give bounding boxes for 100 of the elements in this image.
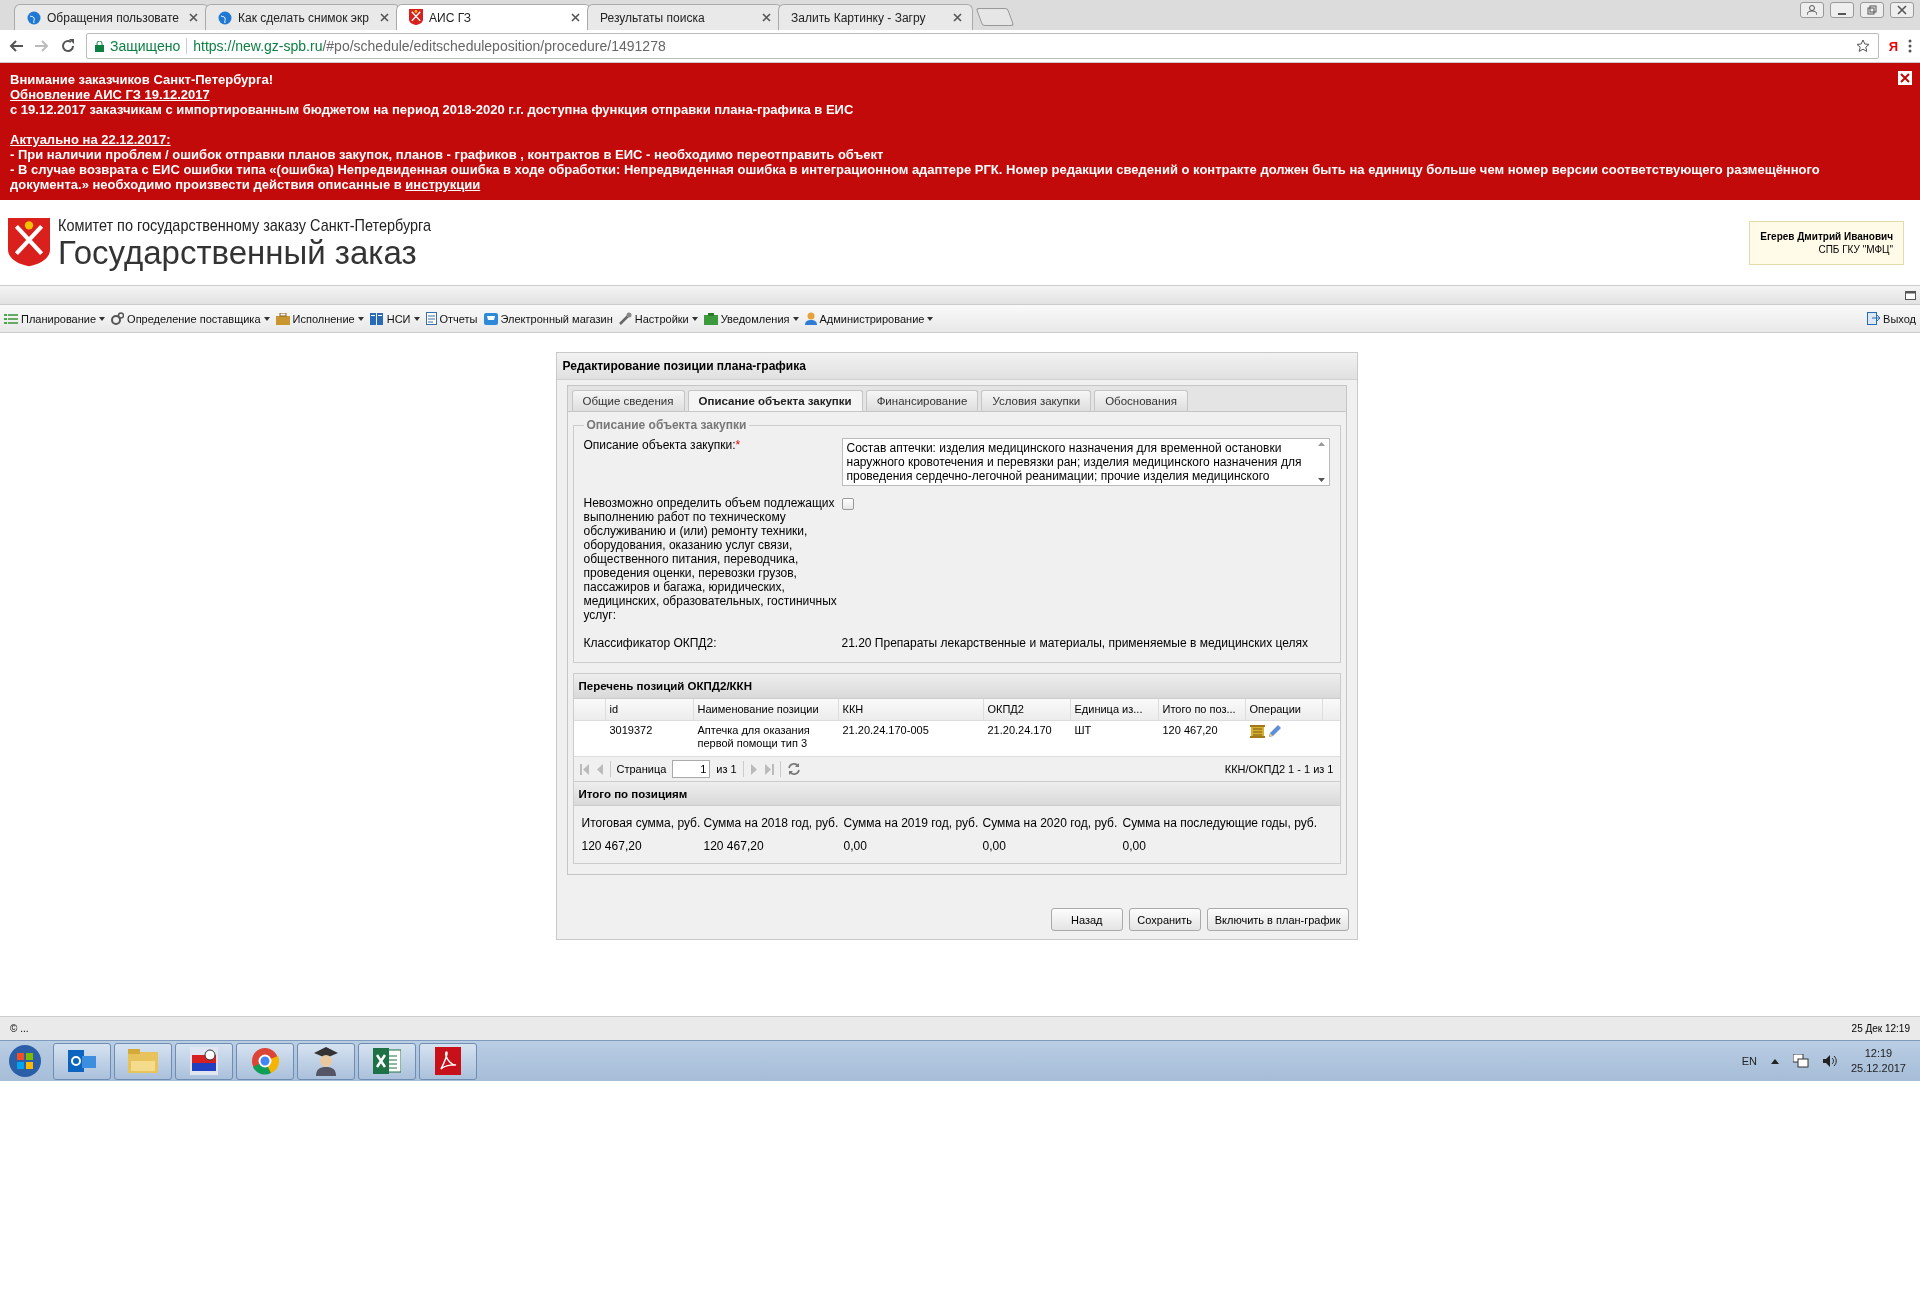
menu-item[interactable]: Отчеты bbox=[425, 312, 478, 325]
close-icon[interactable] bbox=[189, 13, 198, 22]
menu-item[interactable]: Определение поставщика bbox=[111, 312, 270, 325]
star-icon[interactable] bbox=[1855, 39, 1870, 53]
notice-text: с 19.12.2017 заказчикам с импортированным бюджетом на период 2018-2020 г.г. доступна функция отправки плана-графика в ЕИС bbox=[10, 102, 855, 117]
person-icon bbox=[804, 312, 817, 325]
table-cell-text: ШТ bbox=[1073, 723, 1093, 738]
document-icon bbox=[425, 312, 437, 325]
fieldset-legend: Описание объекта закупки bbox=[583, 418, 750, 432]
briefcase-icon bbox=[275, 312, 290, 325]
volume-icon[interactable] bbox=[1822, 1054, 1837, 1068]
app-icon bbox=[190, 1047, 218, 1075]
restore-button[interactable] bbox=[1860, 2, 1884, 18]
browser-tab[interactable]: Залить Картинку - Загру bbox=[778, 4, 973, 30]
menu-item[interactable]: Планирование bbox=[4, 312, 106, 325]
column-header[interactable]: id bbox=[605, 699, 694, 720]
close-icon[interactable] bbox=[571, 13, 580, 22]
pencil-icon[interactable] bbox=[1266, 724, 1281, 739]
close-icon[interactable] bbox=[762, 13, 771, 22]
exit-button[interactable]: Выход bbox=[1867, 312, 1916, 325]
collapse-icon[interactable] bbox=[1905, 290, 1916, 300]
total-label: Сумма на 2020 год, руб. bbox=[982, 816, 1119, 830]
menu-icon[interactable] bbox=[1908, 39, 1912, 53]
cart-icon bbox=[483, 312, 498, 325]
tab[interactable]: Обоснования bbox=[1094, 390, 1188, 411]
checkbox[interactable] bbox=[841, 498, 854, 510]
total-label: Сумма на последующие годы, руб. bbox=[1122, 816, 1319, 830]
language-indicator[interactable]: EN bbox=[1741, 1055, 1757, 1067]
taskbar-app[interactable] bbox=[419, 1042, 477, 1080]
column-header[interactable]: Единица из... bbox=[1070, 699, 1159, 720]
reload-icon[interactable] bbox=[60, 38, 76, 54]
description-field[interactable]: Состав аптечки: изделия медицинского назначения для временной остановки наружного кровотечения и перевязки ран; изделия медицинского назначения для проведения сердечно-легочной реанимации; прочие изделия медицинского bbox=[841, 438, 1330, 486]
table-cell-text: Аптечка для оказания первой помощи тип 3 bbox=[696, 723, 811, 751]
close-button[interactable] bbox=[1898, 71, 1912, 85]
total-label: Сумма на 2019 год, руб. bbox=[843, 816, 980, 830]
back-icon[interactable] bbox=[8, 39, 24, 53]
taskbar-app[interactable] bbox=[358, 1042, 416, 1080]
page-field[interactable]: 1 bbox=[672, 760, 711, 778]
tab[interactable]: Описание объекта закупки bbox=[687, 390, 863, 411]
status-time: 25 Дек 12:19 bbox=[1851, 1023, 1910, 1034]
emblem-icon bbox=[8, 218, 50, 267]
taskbar-app[interactable] bbox=[297, 1042, 355, 1080]
user-name: Егерев Дмитрий Иванович bbox=[1760, 229, 1893, 243]
menu-item[interactable]: НСИ bbox=[369, 312, 420, 325]
status-left: © ... bbox=[10, 1023, 29, 1034]
total-value: 120 467,20 bbox=[581, 839, 643, 853]
page-label: Страница bbox=[616, 763, 667, 775]
notice-heading: Обновление АИС ГЗ 19.12.2017 bbox=[10, 87, 211, 102]
classifier-value: 21.20 Препараты лекарственные и материалы, применяемые в медицинских целях bbox=[841, 636, 1310, 650]
refresh-icon[interactable] bbox=[786, 762, 801, 776]
notice-text: Внимание заказчиков Санкт-Петербурга! bbox=[10, 72, 274, 87]
table-cell-text: 3019372 bbox=[608, 723, 654, 738]
scroll-icon[interactable] bbox=[1249, 724, 1265, 739]
browser-icon bbox=[251, 1047, 279, 1075]
menu-item[interactable]: Уведомления bbox=[703, 312, 799, 325]
emblem-icon bbox=[409, 9, 423, 26]
scroll-down-icon[interactable] bbox=[1318, 478, 1325, 482]
network-icon[interactable] bbox=[1792, 1054, 1809, 1068]
user-icon bbox=[1807, 5, 1817, 15]
tab[interactable]: Финансирование bbox=[865, 390, 979, 411]
globe-icon bbox=[27, 10, 41, 25]
table-cell-text: 21.20.24.170-005 bbox=[841, 723, 930, 738]
column-header[interactable]: Итого по поз... bbox=[1158, 699, 1246, 720]
close-icon[interactable] bbox=[380, 13, 389, 22]
menu-item[interactable]: Исполнение bbox=[275, 312, 364, 325]
extension-button[interactable]: Я bbox=[1888, 38, 1898, 54]
menu-item[interactable]: Настройки bbox=[618, 312, 698, 325]
paging-summary: ККН/ОКПД2 1 - 1 из 1 bbox=[1224, 763, 1334, 775]
dialog-button[interactable]: Сохранить bbox=[1128, 908, 1201, 931]
notice-heading: Актуально на 22.12.2017: bbox=[10, 132, 172, 147]
panel-title: Перечень позиций ОКПД2/ККН bbox=[573, 674, 1340, 699]
organization-name: Комитет по государственному заказу Санкт-Петербурга bbox=[58, 215, 432, 236]
tab[interactable]: Условия закупки bbox=[981, 390, 1092, 411]
taskbar-app[interactable] bbox=[175, 1042, 233, 1080]
spreadsheet-icon bbox=[373, 1048, 401, 1074]
scroll-up-icon[interactable] bbox=[1318, 442, 1325, 446]
column-header[interactable]: ККН bbox=[838, 699, 984, 720]
column-header[interactable]: Операции bbox=[1245, 699, 1323, 720]
app-title: Государственный заказ bbox=[58, 235, 417, 270]
menu-item[interactable]: Электронный магазин bbox=[483, 312, 613, 325]
notice-text: - В случае возврата с ЕИС ошибки типа «(ошибка) Непредвиденная ошибка в ходе обработки: Непредвиденная ошибка в интеграционном адаптере РГК. Номер редакции сведений о контракте должен быть на единицу больше чем номер версии соответствующего размещённого документа.» необходимо произвести действия описанные в инструкции bbox=[10, 162, 1821, 192]
column-header[interactable]: ОКПД2 bbox=[983, 699, 1071, 720]
profile-button[interactable] bbox=[1800, 2, 1824, 18]
taskbar-clock[interactable]: 12:19 25.12.2017 bbox=[1850, 1046, 1906, 1076]
address-field[interactable]: Защищено https://new.gz-spb.ru/#po/schedule/editscheduleposition/procedure/1491278 bbox=[86, 33, 1879, 59]
instructions-link[interactable]: инструкции bbox=[405, 177, 481, 192]
close-icon[interactable] bbox=[953, 13, 962, 22]
menu-item[interactable]: Администрирование bbox=[804, 312, 934, 325]
dialog-button[interactable]: Назад bbox=[1050, 908, 1123, 931]
exit-icon bbox=[1867, 312, 1881, 325]
close-button[interactable] bbox=[1890, 2, 1914, 18]
graduate-icon bbox=[313, 1046, 339, 1076]
column-header[interactable]: Наименование позиции bbox=[693, 699, 839, 720]
dialog-button[interactable]: Включить в план-график bbox=[1206, 908, 1349, 931]
list-icon bbox=[4, 312, 18, 325]
tab[interactable]: Общие сведения bbox=[571, 390, 685, 411]
taskbar-app[interactable] bbox=[53, 1042, 111, 1080]
user-organization: СПБ ГКУ "МФЦ" bbox=[1817, 242, 1893, 256]
tray-arrow-icon[interactable] bbox=[1770, 1058, 1779, 1064]
minimize-button[interactable] bbox=[1830, 2, 1854, 18]
